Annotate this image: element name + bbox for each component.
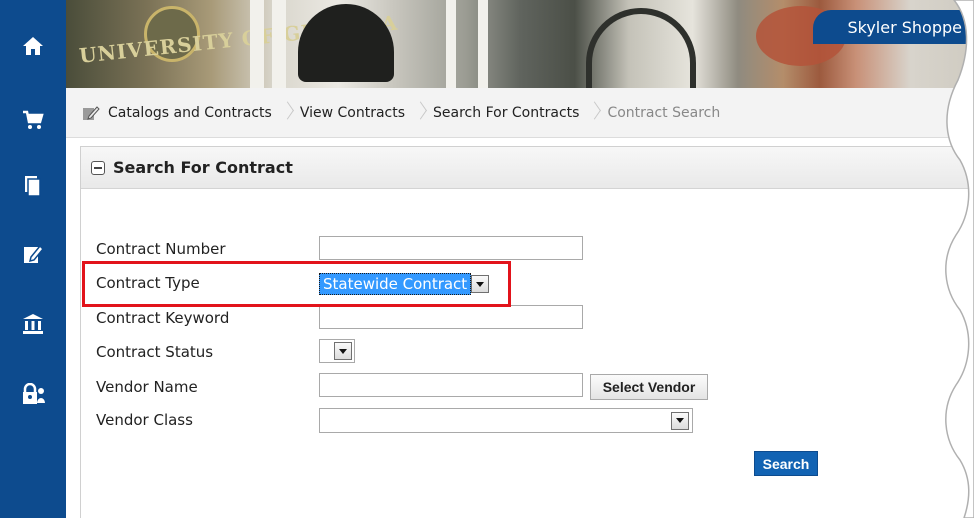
home-icon (23, 37, 43, 55)
breadcrumb-separator (282, 102, 290, 124)
left-sidebar (0, 0, 66, 518)
breadcrumb-view-contracts[interactable]: View Contracts (300, 105, 405, 121)
vendor-class-label: Vendor Class (96, 411, 193, 429)
breadcrumb-catalogs-and-contracts[interactable]: Catalogs and Contracts (108, 105, 272, 121)
contract-status-select[interactable] (319, 339, 355, 363)
edit-document-icon (24, 244, 44, 263)
vendor-class-dropdown-button[interactable] (671, 411, 689, 430)
search-for-contract-panel: Search For Contract (80, 146, 974, 518)
sidebar-item-documents[interactable] (0, 164, 66, 208)
bank-icon (23, 314, 43, 334)
contract-status-label: Contract Status (96, 343, 214, 361)
banner-pillar (272, 0, 286, 88)
breadcrumb-separator (415, 102, 423, 124)
breadcrumb: Catalogs and Contracts View Contracts Se… (66, 88, 974, 138)
documents-icon (25, 176, 41, 197)
breadcrumb-contract-search: Contract Search (607, 104, 721, 121)
select-vendor-button[interactable]: Select Vendor (590, 374, 708, 400)
search-button[interactable]: Search (754, 451, 818, 476)
vendor-name-input[interactable] (319, 373, 583, 397)
sidebar-item-cart[interactable] (0, 98, 66, 142)
contract-number-label: Contract Number (96, 240, 226, 258)
contract-keyword-input[interactable] (319, 305, 583, 329)
contract-number-input[interactable] (319, 236, 583, 260)
breadcrumb-search-for-contracts[interactable]: Search For Contracts (433, 105, 579, 121)
catalog-edit-icon (82, 105, 100, 121)
torn-edge-decoration (945, 0, 974, 518)
contract-keyword-label: Contract Keyword (96, 309, 230, 327)
sidebar-item-home[interactable] (0, 24, 66, 68)
collapse-panel-button[interactable] (91, 160, 105, 175)
banner-pillar (446, 0, 456, 88)
banner-pillar (250, 0, 264, 88)
breadcrumb-separator (589, 102, 597, 124)
banner-pillar (478, 0, 488, 88)
panel-title: Search For Contract (113, 158, 293, 177)
university-banner: UNIVERSITY OF GEORGIA Skyler Shoppe (66, 0, 974, 88)
sidebar-item-security[interactable] (0, 372, 66, 416)
contract-status-dropdown-button[interactable] (334, 342, 352, 360)
sidebar-item-forms[interactable] (0, 232, 66, 276)
contract-type-highlight-box (82, 261, 511, 307)
vendor-name-label: Vendor Name (96, 378, 198, 396)
vendor-class-select[interactable] (319, 408, 693, 433)
banner-arch-image (586, 8, 696, 88)
sidebar-item-bank[interactable] (0, 302, 66, 346)
lock-user-icon (23, 383, 45, 404)
panel-header: Search For Contract (81, 147, 974, 189)
shopping-cart-icon (23, 110, 44, 129)
